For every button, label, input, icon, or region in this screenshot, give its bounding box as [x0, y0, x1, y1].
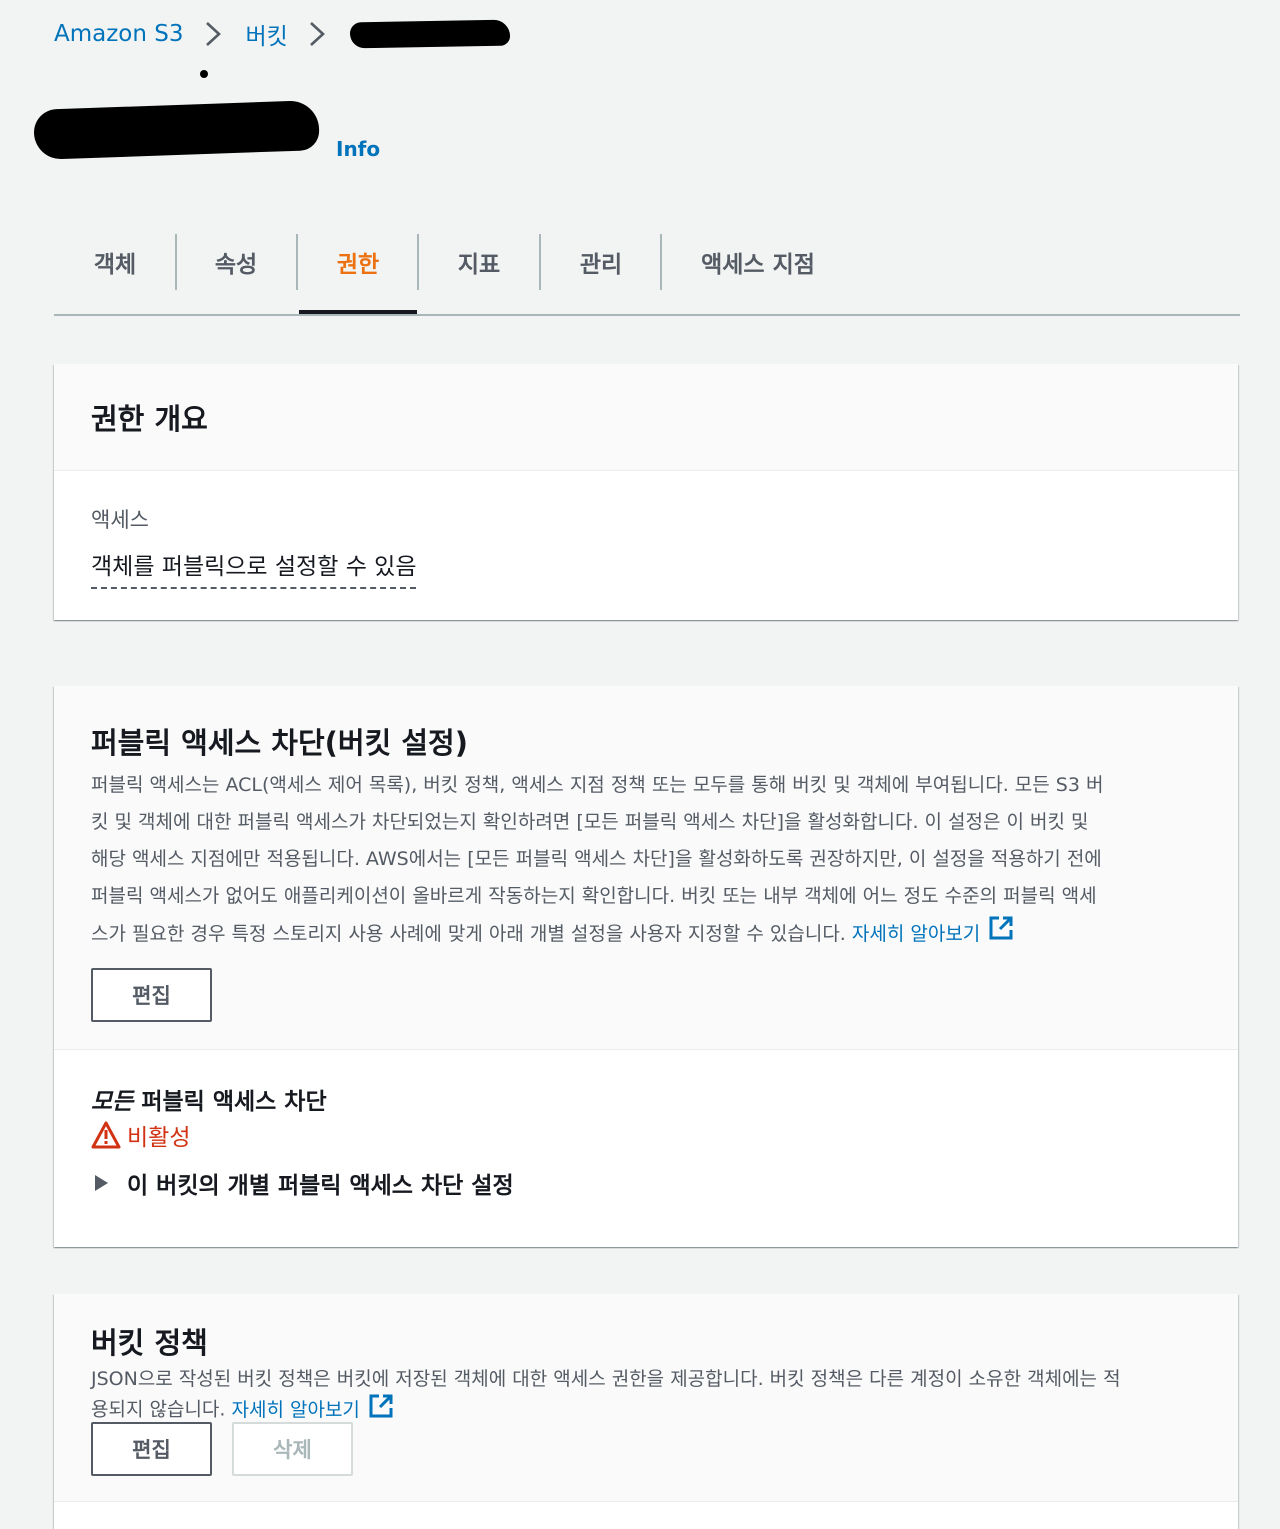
info-link[interactable]: Info [336, 137, 380, 161]
learn-more-label: 자세히 알아보기 [231, 1398, 360, 1421]
breadcrumb-amazon-s3[interactable]: Amazon S3 [54, 21, 184, 47]
panel-title: 퍼블릭 액세스 차단(버킷 설정) [91, 726, 468, 760]
learn-more-link[interactable]: 자세히 알아보기 [851, 916, 1014, 945]
setting-label-emphasis: 모든 [91, 1089, 134, 1115]
redacted-page-title [33, 100, 320, 160]
page-header: Info [33, 100, 380, 161]
caret-right-icon [91, 1173, 111, 1193]
panel-title: 버킷 정책 [91, 1326, 208, 1360]
external-link-icon [368, 1393, 394, 1427]
warning-icon [91, 1121, 121, 1149]
tab-management[interactable]: 관리 [541, 234, 661, 290]
access-label: 액세스 [91, 508, 149, 532]
edit-block-public-access-button[interactable]: 편집 [91, 968, 212, 1022]
breadcrumb: Amazon S3 버킷 [54, 16, 511, 52]
redaction-dot [200, 70, 208, 78]
status-indicator: 비활성 [91, 1118, 190, 1152]
tab-metrics[interactable]: 지표 [419, 234, 539, 290]
panel-header: 퍼블릭 액세스 차단(버킷 설정) 퍼블릭 액세스는 ACL(액세스 제어 목록… [54, 686, 1238, 1050]
permissions-overview-panel: 권한 개요 액세스 객체를 퍼블릭으로 설정할 수 있음 [54, 364, 1238, 620]
chevron-right-icon [300, 16, 338, 52]
tab-bar: 객체 속성 권한 지표 관리 액세스 지점 [54, 234, 1240, 316]
tab-access-points[interactable]: 액세스 지점 [662, 234, 854, 290]
learn-more-label: 자세히 알아보기 [851, 923, 981, 945]
active-tab-indicator [299, 310, 417, 314]
description-text: 스가 필요한 경우 특정 스토리지 사용 사례에 맞게 아래 개별 설정을 사용… [91, 923, 846, 945]
description-line: JSON으로 작성된 버킷 정책은 버킷에 저장된 객체에 대한 액세스 권한을… [91, 1368, 1121, 1390]
description-line: 스가 필요한 경우 특정 스토리지 사용 사례에 맞게 아래 개별 설정을 사용… [91, 915, 1211, 954]
setting-label-text: 퍼블릭 액세스 차단 [133, 1089, 327, 1115]
block-public-access-panel: 퍼블릭 액세스 차단(버킷 설정) 퍼블릭 액세스는 ACL(액세스 제어 목록… [54, 686, 1238, 1247]
tab-objects[interactable]: 객체 [54, 234, 176, 290]
individual-settings-expander[interactable]: 이 버킷의 개별 퍼블릭 액세스 차단 설정 [91, 1166, 514, 1200]
panel-header: 권한 개요 [54, 364, 1238, 471]
external-link-icon [988, 915, 1014, 954]
setting-label: 모든 퍼블릭 액세스 차단 [91, 1082, 327, 1116]
description-line: 퍼블릭 액세스는 ACL(액세스 제어 목록), 버킷 정책, 액세스 지점 정… [91, 774, 1104, 796]
tab-permissions[interactable]: 권한 [298, 234, 418, 290]
panel-description: 퍼블릭 액세스는 ACL(액세스 제어 목록), 버킷 정책, 액세스 지점 정… [91, 767, 1211, 954]
expander-label: 이 버킷의 개별 퍼블릭 액세스 차단 설정 [127, 1173, 514, 1199]
redacted-bucket-name [349, 19, 511, 49]
bucket-policy-panel: 버킷 정책 JSON으로 작성된 버킷 정책은 버킷에 저장된 객체에 대한 액… [54, 1294, 1238, 1529]
description-line: 퍼블릭 액세스가 없어도 애플리케이션이 올바르게 작동하는지 확인합니다. 버… [91, 885, 1097, 907]
panel-title: 권한 개요 [91, 402, 208, 436]
description-text: 용되지 않습니다. [91, 1398, 226, 1421]
delete-bucket-policy-button[interactable]: 삭제 [232, 1422, 353, 1476]
tab-properties[interactable]: 속성 [176, 234, 296, 290]
status-text: 비활성 [127, 1125, 191, 1151]
access-value[interactable]: 객체를 퍼블릭으로 설정할 수 있음 [91, 547, 417, 589]
breadcrumb-buckets[interactable]: 버킷 [246, 17, 288, 51]
learn-more-link[interactable]: 자세히 알아보기 [231, 1394, 394, 1421]
panel-header: 버킷 정책 JSON으로 작성된 버킷 정책은 버킷에 저장된 객체에 대한 액… [54, 1294, 1238, 1502]
description-line: 킷 및 객체에 대한 퍼블릭 액세스가 차단되었는지 확인하려면 [모든 퍼블릭… [91, 811, 1089, 833]
panel-description: JSON으로 작성된 버킷 정책은 버킷에 저장된 객체에 대한 액세스 권한을… [91, 1366, 1221, 1427]
description-line: 해당 액세스 지점에만 적용됩니다. AWS에서는 [모든 퍼블릭 액세스 차단… [91, 848, 1102, 870]
edit-bucket-policy-button[interactable]: 편집 [91, 1422, 212, 1476]
chevron-right-icon [196, 16, 234, 52]
